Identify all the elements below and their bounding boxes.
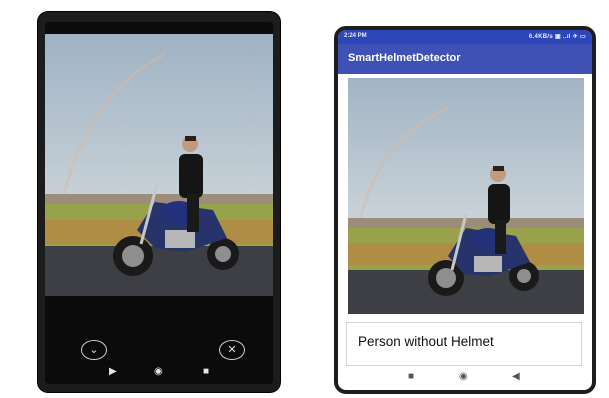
back-triangle-icon[interactable]: ▶ bbox=[109, 366, 117, 377]
chevron-down-icon[interactable]: ⌄ bbox=[81, 340, 107, 360]
navigation-bar: ▶ ◉ ■ bbox=[45, 362, 273, 384]
recents-square-icon[interactable]: ■ bbox=[408, 371, 414, 382]
left-phone-frame: ⌄ ✕ ▶ ◉ ■ bbox=[38, 12, 280, 392]
close-icon[interactable]: ✕ bbox=[219, 340, 245, 360]
back-arrow-icon[interactable]: ◀ bbox=[512, 371, 520, 382]
motorcycle-photo-result bbox=[348, 78, 584, 314]
right-phone-frame: 2:24 PM 6.4KB/s ▣ ..ıl ✈ ▭ SmartHelmetDe… bbox=[334, 26, 596, 394]
app-title: SmartHelmetDetector bbox=[348, 52, 461, 64]
status-bar: 2:24 PM 6.4KB/s ▣ ..ıl ✈ ▭ bbox=[338, 30, 592, 44]
recents-square-icon[interactable]: ■ bbox=[203, 366, 209, 377]
motorcycle-photo bbox=[45, 34, 273, 296]
detection-result-text: Person without Helmet bbox=[358, 334, 494, 349]
app-bar: SmartHelmetDetector bbox=[338, 44, 592, 74]
camera-preview-screen: ⌄ ✕ ▶ ◉ ■ bbox=[45, 22, 273, 384]
home-dot-icon[interactable]: ◉ bbox=[154, 366, 163, 377]
status-indicators: 6.4KB/s ▣ ..ıl ✈ ▭ bbox=[528, 34, 586, 40]
home-dot-icon[interactable]: ◉ bbox=[459, 371, 468, 382]
detection-result-box: Person without Helmet bbox=[346, 322, 582, 366]
status-time: 2:24 PM bbox=[344, 33, 367, 39]
navigation-bar: ■ ◉ ◀ bbox=[338, 366, 592, 390]
